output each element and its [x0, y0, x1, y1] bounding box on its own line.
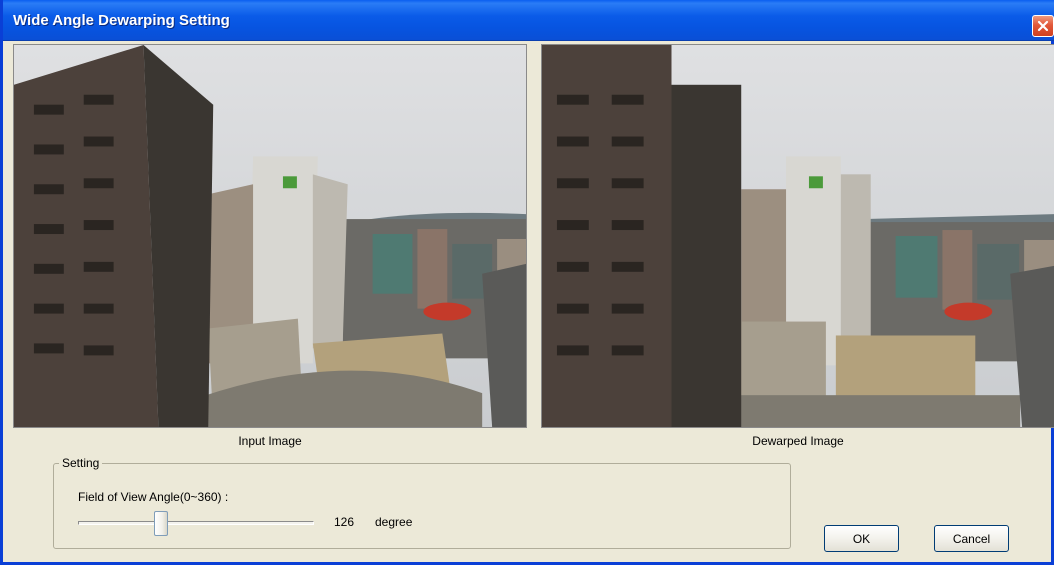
input-image — [13, 44, 527, 428]
dialog-window: Wide Angle Dewarping Setting Input Image… — [0, 0, 1054, 565]
close-button[interactable] — [1032, 15, 1054, 37]
fov-angle-value: 126 — [334, 515, 355, 529]
setting-group-label: Setting — [59, 456, 103, 470]
fov-angle-label: Field of View Angle(0~360) : — [78, 490, 229, 504]
window-title: Wide Angle Dewarping Setting — [13, 12, 230, 29]
fov-angle-unit: degree — [375, 515, 413, 529]
ok-button[interactable]: OK — [824, 525, 899, 552]
close-icon — [1037, 20, 1049, 32]
title-bar[interactable]: Wide Angle Dewarping Setting — [3, 0, 1054, 41]
dewarped-image-caption: Dewarped Image — [752, 434, 844, 448]
dewarped-image — [541, 44, 1054, 428]
setting-group — [53, 463, 791, 549]
cancel-button[interactable]: Cancel — [934, 525, 1009, 552]
fov-angle-slider-track[interactable] — [78, 521, 314, 525]
fov-angle-slider-thumb[interactable] — [153, 511, 168, 536]
input-image-caption: Input Image — [238, 434, 302, 448]
